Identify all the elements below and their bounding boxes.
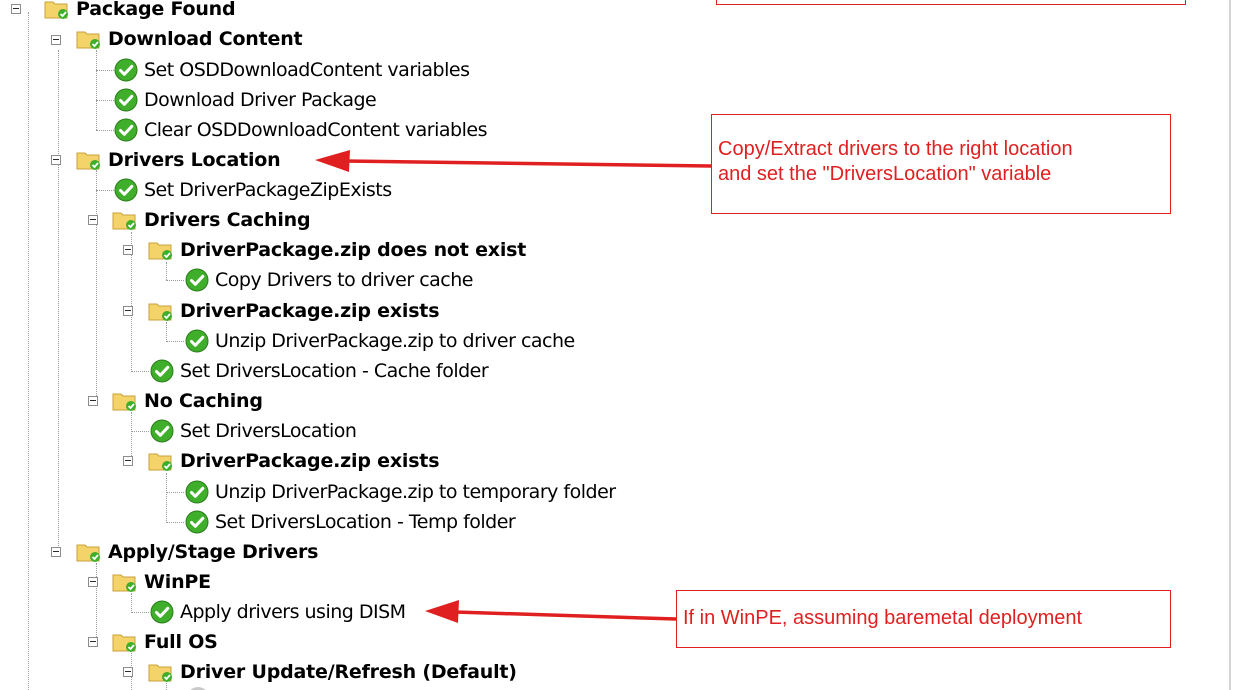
annotation-arrows <box>315 150 712 623</box>
pane-divider <box>1229 0 1231 690</box>
arrow-to-drivers-location <box>315 150 712 172</box>
task-sequence-tree: Package Found Download Content Set OSDDo… <box>0 0 1234 690</box>
arrow-to-winpe-step <box>425 600 677 623</box>
